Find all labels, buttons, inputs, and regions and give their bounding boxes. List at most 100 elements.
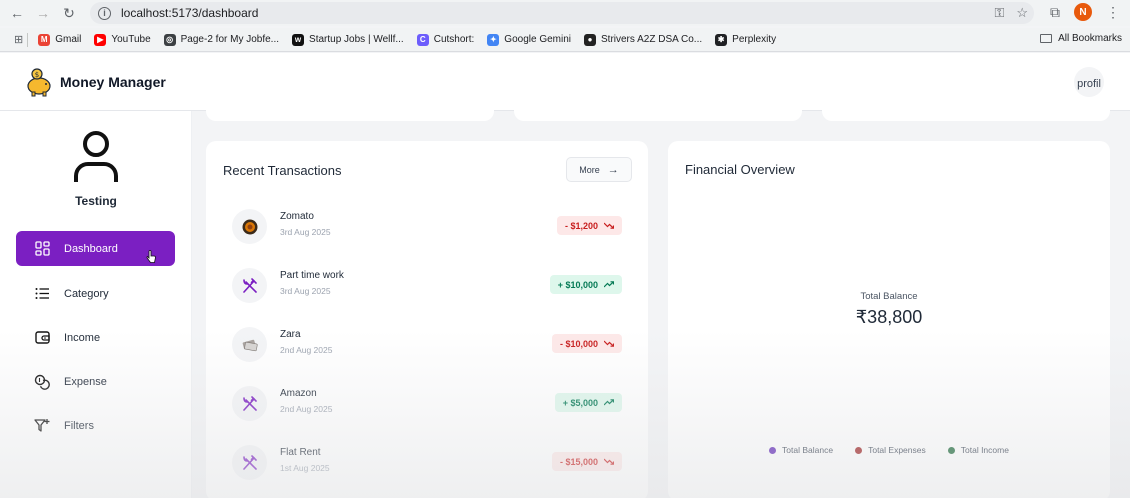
sidebar: Testing Dashboard Category Income Expens… — [0, 111, 192, 498]
trend-up-icon — [603, 280, 615, 290]
legend-label: Total Balance — [782, 445, 834, 455]
legend-label: Total Income — [960, 445, 1009, 455]
transaction-row[interactable]: Amazon 2nd Aug 2025 + $5,000 — [232, 384, 622, 424]
food-plate-icon — [232, 209, 267, 244]
user-name: Testing — [75, 194, 117, 208]
bookmark-item[interactable]: ● Strivers A2Z DSA Co... — [584, 33, 703, 46]
total-balance-label: Total Balance — [860, 291, 918, 302]
utensils-cross-icon — [232, 268, 267, 303]
transaction-date: 2nd Aug 2025 — [280, 404, 333, 414]
legend-item: Total Expenses — [855, 445, 926, 455]
arrow-right-icon: → — [607, 163, 619, 176]
browser-toolbar: ← → ↻ i localhost:5173/dashboard ⚿ ☆ ⧉ N… — [0, 0, 1130, 26]
transaction-row[interactable]: Zomato 3rd Aug 2025 - $1,200 — [232, 207, 622, 247]
money-notes-icon — [232, 327, 267, 362]
bookmark-label: Perplexity — [732, 34, 777, 45]
transaction-amount: - $15,000 — [559, 456, 598, 467]
bookmark-item[interactable]: ✦ Google Gemini — [487, 33, 571, 46]
forward-arrow-icon[interactable]: → — [30, 5, 56, 21]
trend-up-icon — [603, 398, 615, 408]
transaction-date: 3rd Aug 2025 — [280, 227, 331, 237]
browser-profile-avatar[interactable]: N — [1074, 3, 1092, 21]
kebab-menu-icon[interactable]: ⋮ — [1106, 4, 1120, 21]
legend-item: Total Balance — [769, 445, 833, 455]
address-bar[interactable]: i localhost:5173/dashboard ⚿ ☆ — [90, 2, 1034, 24]
sidebar-item-label: Income — [64, 331, 101, 344]
bookmark-item[interactable]: C Cutshort: — [416, 33, 475, 46]
sidebar-item-label: Expense — [64, 375, 107, 388]
bookmark-item[interactable]: M Gmail — [38, 33, 82, 46]
sidebar-item-filters[interactable]: Filters — [16, 408, 175, 443]
bookmark-item[interactable]: w Startup Jobs | Wellf... — [292, 33, 404, 46]
bookmark-label: Startup Jobs | Wellf... — [309, 34, 404, 45]
transaction-row[interactable]: Flat Rent 1st Aug 2025 - $15,000 — [232, 443, 622, 483]
app-logo[interactable]: $ Money Manager — [22, 66, 166, 98]
total-balance-value: ₹38,800 — [855, 307, 923, 327]
bookmark-label: Page-2 for My Jobfe... — [180, 34, 280, 45]
url-text: localhost:5173/dashboard — [121, 6, 259, 20]
sidebar-item-income[interactable]: Income — [16, 320, 175, 355]
transaction-name: Zomato — [280, 211, 314, 222]
all-bookmarks-button[interactable]: All Bookmarks — [1040, 33, 1122, 44]
bookmark-label: Strivers A2Z DSA Co... — [601, 34, 703, 45]
legend-dot — [947, 446, 955, 454]
bookmark-item[interactable]: ✱ Perplexity — [715, 33, 777, 46]
bookmark-label: Cutshort: — [433, 34, 475, 45]
transaction-amount-badge: + $5,000 — [554, 393, 622, 412]
piggy-bank-icon: $ — [27, 67, 51, 96]
transaction-row[interactable]: Zara 2nd Aug 2025 - $10,000 — [232, 325, 622, 365]
user-avatar-icon — [74, 131, 118, 182]
transaction-name: Amazon — [280, 388, 317, 399]
bookmark-label: Google Gemini — [504, 34, 571, 45]
transaction-row[interactable]: Part time work 3rd Aug 2025 + $10,000 — [232, 266, 622, 306]
hand-cursor-icon — [146, 250, 156, 263]
transaction-date: 3rd Aug 2025 — [280, 286, 331, 296]
summary-card-expense — [822, 107, 1110, 121]
site-info-icon[interactable]: i — [98, 6, 111, 20]
folder-icon — [1040, 34, 1053, 43]
reload-icon[interactable]: ↻ — [56, 5, 82, 22]
globe-icon: ◎ — [163, 33, 176, 46]
perplexity-icon: ✱ — [715, 33, 728, 46]
utensils-cross-icon — [232, 386, 267, 421]
app-header: $ Money Manager profil — [0, 53, 1130, 111]
sidebar-item-category[interactable]: Category — [16, 276, 175, 311]
transaction-amount-badge: + $10,000 — [549, 275, 622, 294]
sidebar-item-label: Category — [64, 287, 109, 300]
legend-item: Total Income — [947, 445, 1009, 455]
more-button-label: More — [579, 164, 600, 175]
bookmark-star-icon[interactable]: ☆ — [1016, 5, 1028, 21]
financial-overview-title: Financial Overview — [685, 162, 795, 177]
legend-dot — [769, 446, 777, 454]
extensions-icon[interactable]: ⧉ — [1050, 4, 1060, 21]
transaction-amount-badge: - $1,200 — [556, 216, 622, 235]
gmail-icon: M — [38, 33, 51, 46]
bookmarks-bar: ⊞ M Gmail ▶ YouTube ◎ Page-2 for My Jobfe... w… — [0, 28, 1130, 52]
bookmark-label: Gmail — [55, 34, 82, 45]
sidebar-item-label: Filters — [64, 419, 94, 432]
recent-transactions-title: Recent Transactions — [223, 163, 342, 178]
more-button[interactable]: More → — [566, 157, 632, 182]
recent-transactions-card: Recent Transactions More → Zomato 3rd Aug… — [206, 141, 648, 498]
transaction-name: Flat Rent — [280, 447, 321, 458]
youtube-icon: ▶ — [94, 33, 107, 46]
trend-down-icon — [603, 221, 615, 231]
apps-grid-icon[interactable]: ⊞ — [14, 33, 23, 46]
password-key-icon[interactable]: ⚿ — [994, 5, 1004, 21]
transaction-name: Zara — [280, 329, 301, 340]
gemini-icon: ✦ — [487, 33, 500, 46]
transaction-name: Part time work — [280, 270, 344, 281]
sidebar-item-label: Dashboard — [64, 242, 118, 255]
profile-image[interactable]: profil — [1074, 67, 1104, 97]
app-title: Money Manager — [60, 73, 166, 90]
sidebar-item-expense[interactable]: Expense — [16, 364, 175, 399]
back-arrow-icon[interactable]: ← — [4, 5, 30, 21]
financial-overview-card: Financial Overview Total Balance ₹38,800… — [668, 141, 1110, 498]
sidebar-item-dashboard[interactable]: Dashboard — [16, 231, 175, 266]
cutshort-icon: C — [416, 33, 429, 46]
trend-down-icon — [603, 457, 615, 467]
filter-icon — [34, 418, 50, 434]
transaction-date: 1st Aug 2025 — [280, 463, 330, 473]
bookmark-item[interactable]: ▶ YouTube — [94, 33, 151, 46]
bookmark-item[interactable]: ◎ Page-2 for My Jobfe... — [163, 33, 280, 46]
